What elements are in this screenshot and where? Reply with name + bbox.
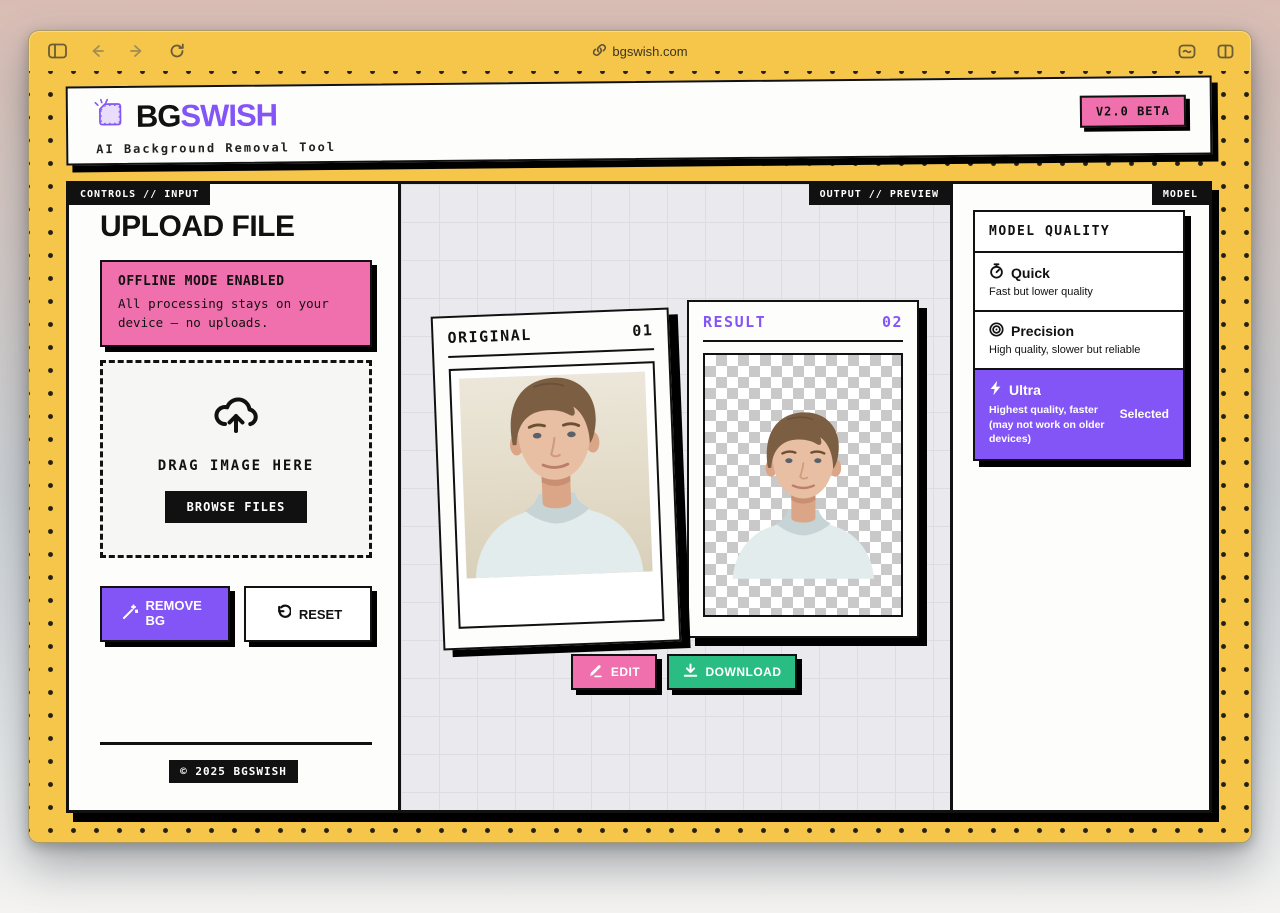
result-cutout-photo [723,389,884,579]
result-card: RESULT 02 [687,300,919,638]
lightning-bolt-icon [989,380,1002,399]
offline-notice: OFFLINE MODE ENABLED All processing stay… [100,260,372,347]
preview-panel: OUTPUT // PREVIEW ORIGINAL 01 RESULT 02 … [401,184,953,810]
page-settings-icon[interactable] [1177,41,1197,61]
original-index: 01 [631,321,654,340]
footer-divider [100,742,372,745]
model-option-quick[interactable]: Quick Fast but lower quality [975,253,1183,312]
result-label: RESULT [703,313,767,331]
remove-bg-button[interactable]: REMOVE BG [100,586,230,642]
model-tab-label: MODEL [1151,184,1209,205]
download-icon [683,663,698,681]
forward-icon[interactable] [127,41,147,61]
ultra-desc: Highest quality, faster (may not work on… [989,404,1105,446]
sidebar-toggle-icon[interactable] [47,41,67,61]
pencil-icon [588,663,603,681]
precision-desc: High quality, slower but reliable [989,344,1141,356]
result-index: 02 [881,313,903,331]
download-button[interactable]: DOWNLOAD [667,654,797,690]
webpage-background: BGSWISH AI Background Removal Tool V2.0 … [29,71,1251,842]
edit-label: EDIT [610,665,641,679]
browser-window: bgswish.com BGSWISH AI Background Remova… [28,30,1252,843]
original-card: ORIGINAL 01 [430,307,682,651]
ultra-label: Ultra [1009,381,1041,398]
precision-label: Precision [1011,323,1075,339]
model-panel: MODEL MODEL QUALITY Quick Fast but lower… [953,184,1209,810]
bullseye-icon [989,322,1004,340]
magic-wand-icon [121,604,138,625]
offline-notice-title: OFFLINE MODE ENABLED [118,274,285,289]
version-badge: V2.0 BETA [1079,94,1187,128]
tab-overview-icon[interactable] [1215,41,1235,61]
address-bar[interactable]: bgswish.com [592,43,688,60]
original-photo [459,371,653,579]
reset-icon [274,604,292,624]
back-icon[interactable] [87,41,107,61]
preview-tab-label: OUTPUT // PREVIEW [808,184,950,205]
brand-wordmark: BGSWISH [135,97,278,134]
download-label: DOWNLOAD [705,665,782,679]
reset-button[interactable]: RESET [244,586,372,642]
edit-button[interactable]: EDIT [571,654,657,690]
result-photo-frame [703,353,903,617]
controls-tab-label: CONTROLS // INPUT [69,184,211,205]
remove-bg-label: REMOVE BG [145,598,202,628]
app-tagline: AI Background Removal Tool [96,139,337,157]
model-option-ultra[interactable]: Ultra Highest quality, faster (may not w… [975,370,1183,460]
app-main: CONTROLS // INPUT UPLOAD FILE OFFLINE MO… [66,181,1212,813]
reload-icon[interactable] [167,41,187,61]
model-quality-card: MODEL QUALITY Quick Fast but lower quali… [973,210,1185,462]
model-quality-title: MODEL QUALITY [975,212,1183,253]
url-text: bgswish.com [612,43,688,59]
upload-title: UPLOAD FILE [100,210,295,243]
browse-files-button[interactable]: BROWSE FILES [164,491,308,523]
upload-cloud-icon [103,395,369,440]
quick-desc: Fast but lower quality [989,286,1093,298]
original-photo-frame [448,361,665,629]
selected-badge: Selected [1119,406,1169,421]
app-header: BGSWISH AI Background Removal Tool V2.0 … [65,75,1213,166]
file-dropzone[interactable]: DRAG IMAGE HERE BROWSE FILES [100,360,372,558]
quick-label: Quick [1011,264,1050,281]
original-label: ORIGINAL [447,325,533,348]
controls-panel: CONTROLS // INPUT UPLOAD FILE OFFLINE MO… [69,184,401,810]
stopwatch-icon [989,263,1004,282]
logo-sticker-icon [94,98,126,135]
dropzone-label: DRAG IMAGE HERE [157,458,315,474]
browser-toolbar: bgswish.com [29,31,1251,71]
copyright: © 2025 BGSWISH [69,760,398,783]
reset-label: RESET [298,606,343,622]
model-option-precision[interactable]: Precision High quality, slower but relia… [975,312,1183,370]
offline-notice-body: All processing stays on your device — no… [118,296,329,331]
link-icon [592,43,607,60]
